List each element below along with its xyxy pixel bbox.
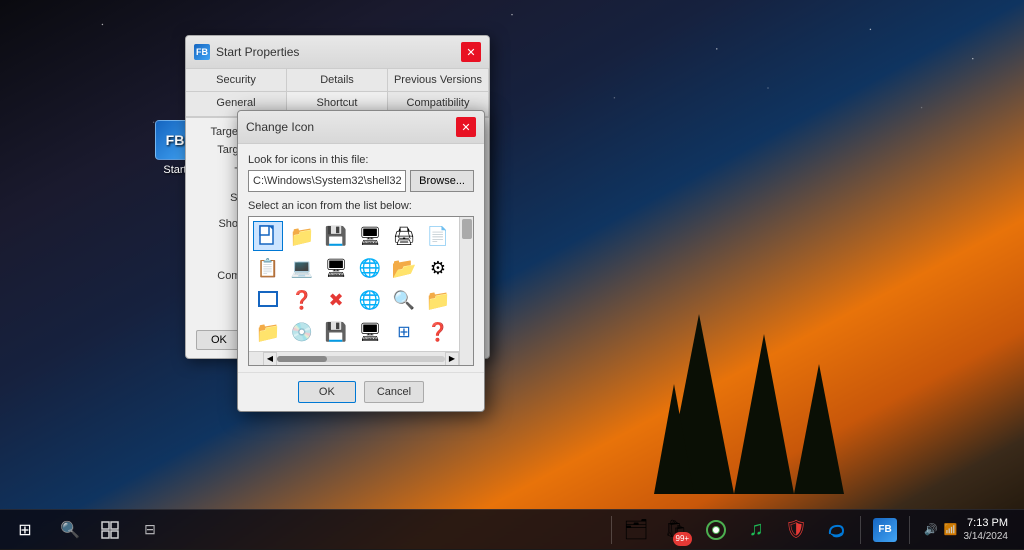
ci-icons-container: 📁 💾 🖥 🖨 📄: [248, 216, 474, 366]
store-badge: 99+: [673, 532, 693, 546]
change-icon-dialog: Change Icon ✕ Look for icons in this fil…: [237, 110, 485, 412]
volume-icon[interactable]: 🔊: [924, 523, 938, 536]
taskbar-divider3: [909, 516, 910, 544]
taskbar-file-explorer[interactable]: 🗂: [618, 512, 654, 548]
ci-icon-question[interactable]: ❓: [423, 317, 453, 347]
chrome-icon: [705, 519, 727, 541]
taskbar-right-apps: 🗂 🛍 99+ ♫ 🛡 FB: [609, 512, 1024, 548]
start-props-title: Start Properties: [216, 45, 299, 59]
clock-time: 7:13 PM: [964, 516, 1009, 530]
ci-body: Look for icons in this file: Browse... S…: [238, 144, 484, 372]
ci-scroll-track: [277, 356, 445, 362]
taskbar-edge[interactable]: [818, 512, 854, 548]
edge-icon: [825, 519, 847, 541]
start-icon: ⊞: [18, 520, 31, 540]
ci-icon-chip[interactable]: 🖥: [355, 221, 385, 251]
taskbar-fb-app[interactable]: FB: [867, 512, 903, 548]
taskbar-divider2: [860, 516, 861, 544]
tab-previous-versions[interactable]: Previous Versions: [388, 69, 489, 91]
start-props-tabs-row1: Security Details Previous Versions: [186, 69, 489, 92]
task-view-icon: [101, 521, 119, 539]
ci-icon-folder2[interactable]: 📂: [389, 253, 419, 283]
ci-icon-printer[interactable]: 🖨: [389, 221, 419, 251]
ci-icon-blue-window[interactable]: [253, 285, 283, 315]
ci-icon-network[interactable]: 🖥: [321, 253, 351, 283]
clock[interactable]: 7:13 PM 3/14/2024: [964, 516, 1009, 543]
fb-app-icon: FB: [873, 518, 897, 542]
antivirus-icon: 🛡: [785, 519, 808, 540]
ci-cancel-btn[interactable]: Cancel: [364, 381, 424, 403]
ci-icon-hdd[interactable]: 💾: [321, 221, 351, 251]
tab-security[interactable]: Security: [186, 69, 287, 91]
tab-details[interactable]: Details: [287, 69, 388, 91]
ci-browse-btn[interactable]: Browse...: [410, 170, 474, 192]
ci-icons-grid: 📁 💾 🖥 🖨 📄: [249, 217, 473, 351]
ci-icon-globe2[interactable]: 🌐: [355, 285, 385, 315]
ci-icon-gear[interactable]: ⚙: [423, 253, 453, 283]
ci-icon-blank-doc[interactable]: [253, 221, 283, 251]
start-props-icon: FB: [194, 44, 210, 60]
ci-icon-folder4[interactable]: 📁: [253, 317, 283, 347]
taskbar-store[interactable]: 🛍 99+: [658, 512, 694, 548]
ci-icon-folder3[interactable]: 📁: [423, 285, 453, 315]
search-icon: 🔍: [60, 520, 80, 540]
taskbar: ⊞ 🔍 ⊟ 🗂 🛍 99+: [0, 509, 1024, 549]
ci-icon-x-red[interactable]: ✖: [321, 285, 351, 315]
taskbar-chrome[interactable]: [698, 512, 734, 548]
ci-scroll-right[interactable]: ▶: [445, 352, 459, 366]
taskbar-widgets-button[interactable]: ⊟: [130, 510, 170, 550]
taskbar-start-button[interactable]: ⊞: [0, 510, 50, 550]
ci-icon-help[interactable]: ❓: [287, 285, 317, 315]
taskbar-spotify[interactable]: ♫: [738, 512, 774, 548]
ci-scroll-left[interactable]: ◀: [263, 352, 277, 366]
ci-icon-hdd2[interactable]: 💾: [321, 317, 351, 347]
ci-file-row: Browse...: [248, 170, 474, 192]
ci-icon-search[interactable]: 🔍: [389, 285, 419, 315]
network-icon[interactable]: 📶: [944, 523, 958, 536]
taskbar-divider1: [611, 516, 612, 544]
taskbar-antivirus[interactable]: 🛡: [778, 512, 814, 548]
widgets-icon: ⊟: [144, 521, 156, 538]
start-props-ok-btn[interactable]: OK: [196, 330, 242, 350]
desktop-icon-label: Start: [163, 164, 186, 176]
clock-date: 3/14/2024: [964, 530, 1009, 543]
ci-icon-doc[interactable]: 📄: [423, 221, 453, 251]
ci-icon-disc[interactable]: 💿: [287, 317, 317, 347]
ci-scroll-thumb: [462, 219, 472, 239]
ci-horizontal-scrollbar[interactable]: ◀ ▶: [249, 351, 473, 365]
ci-title: Change Icon: [246, 120, 314, 134]
taskbar-task-view-button[interactable]: [90, 510, 130, 550]
start-props-title-row: FB Start Properties: [194, 44, 299, 60]
ci-file-input[interactable]: [248, 170, 406, 192]
ci-vertical-scrollbar[interactable]: [459, 217, 473, 365]
ci-icon-folder[interactable]: 📁: [287, 221, 317, 251]
ci-icon-computer[interactable]: 💻: [287, 253, 317, 283]
ci-icon-globe[interactable]: 🌐: [355, 253, 385, 283]
file-explorer-icon: 🗂: [623, 517, 648, 542]
ci-icon-grid2[interactable]: ⊞: [389, 317, 419, 347]
start-props-close-btn[interactable]: ✕: [461, 42, 481, 62]
ci-footer: OK Cancel: [238, 372, 484, 411]
ci-icon-monitor[interactable]: 🖥: [355, 317, 385, 347]
trees-decoration: [574, 274, 874, 494]
ci-select-label: Select an icon from the list below:: [248, 200, 474, 212]
start-props-titlebar: FB Start Properties ✕: [186, 36, 489, 69]
ci-look-for-label: Look for icons in this file:: [248, 154, 474, 166]
ci-close-btn[interactable]: ✕: [456, 117, 476, 137]
system-tray: 🔊 📶 7:13 PM 3/14/2024: [916, 516, 1016, 543]
ci-ok-btn[interactable]: OK: [298, 381, 356, 403]
ci-icon-doc2[interactable]: 📋: [253, 253, 283, 283]
taskbar-search-button[interactable]: 🔍: [50, 510, 90, 550]
spotify-icon: ♫: [749, 518, 764, 541]
ci-titlebar: Change Icon ✕: [238, 111, 484, 144]
